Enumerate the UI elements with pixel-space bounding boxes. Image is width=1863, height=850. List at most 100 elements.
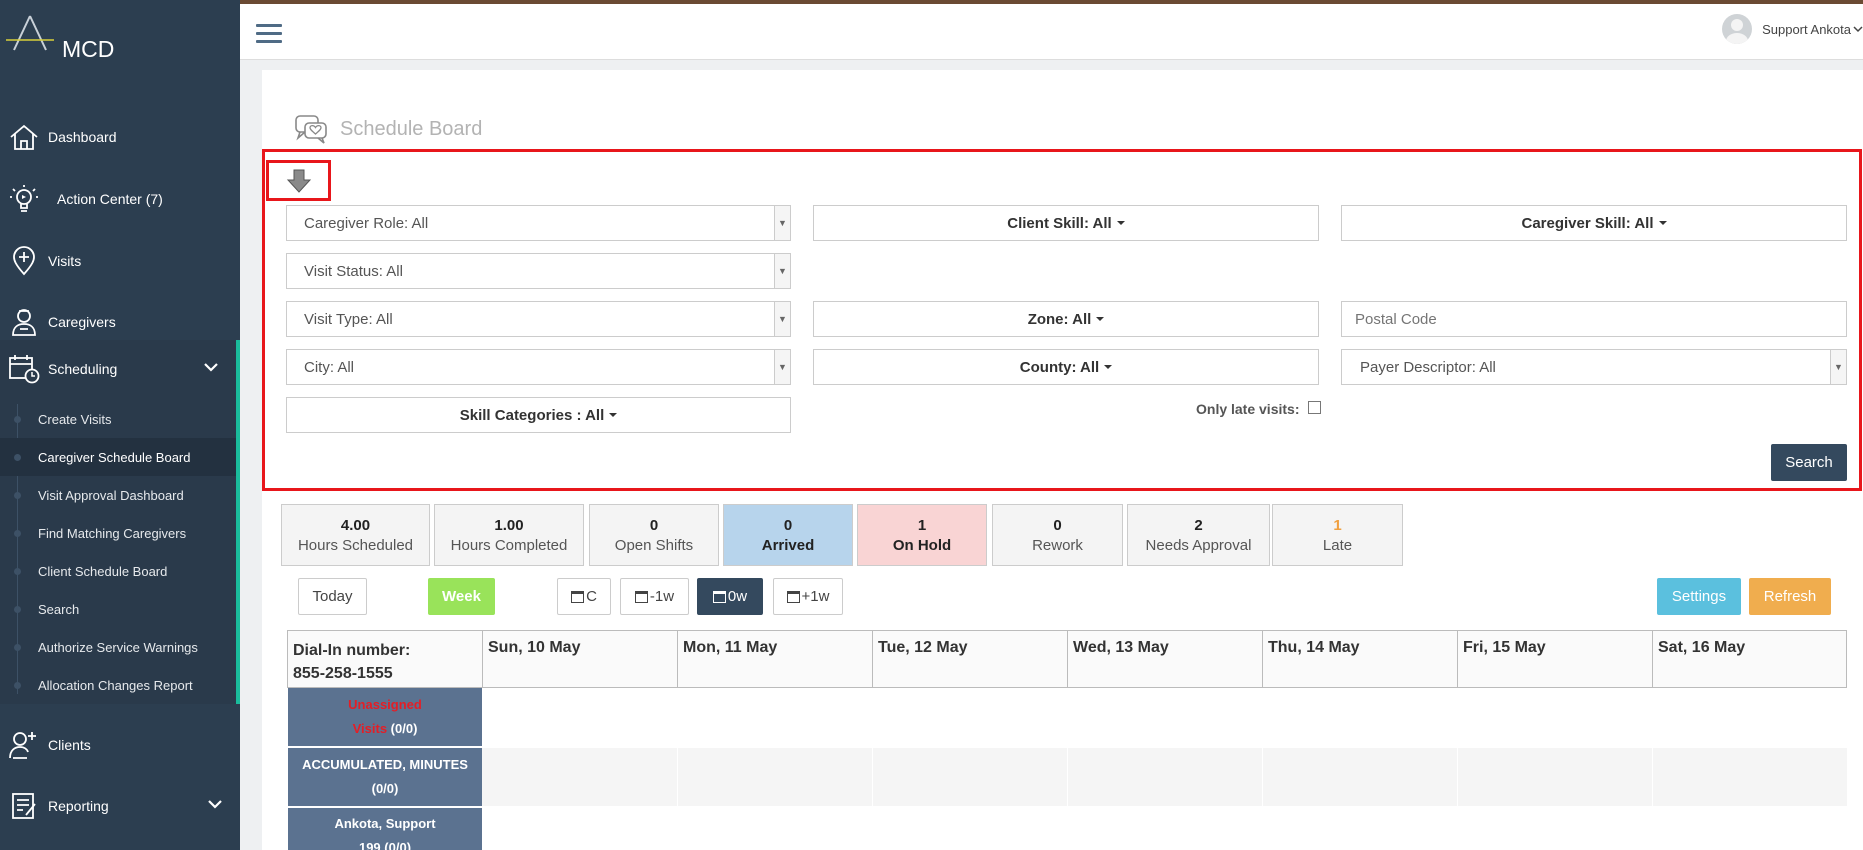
- sidebar-item-label: Scheduling: [48, 361, 118, 377]
- user-name: Support Ankota: [1762, 21, 1851, 37]
- submenu-item-label: Find Matching Caregivers: [38, 525, 187, 541]
- row-unassigned-visits[interactable]: Unassigned Visits (0/0): [288, 688, 482, 746]
- day-header: Sat, 16 May: [1652, 630, 1847, 688]
- calendar-icon: [634, 590, 648, 603]
- row-accumulated-minutes[interactable]: ACCUMULATED, MINUTES (0/0): [288, 748, 482, 806]
- refresh-button[interactable]: Refresh: [1749, 578, 1831, 615]
- sidebar-item-label: Reporting: [48, 798, 109, 814]
- stat-late[interactable]: 1 Late: [1272, 504, 1403, 566]
- stat-on-hold[interactable]: 1 On Hold: [857, 504, 987, 566]
- day-header: Mon, 11 May: [677, 630, 873, 688]
- collapse-filters-toggle[interactable]: [266, 160, 331, 201]
- submenu-item-create-visits[interactable]: Create Visits: [0, 400, 236, 438]
- submenu-item-label: Caregiver Schedule Board: [38, 449, 191, 465]
- stat-needs-approval[interactable]: 2 Needs Approval: [1127, 504, 1270, 566]
- sidebar-item-reporting[interactable]: Reporting: [0, 777, 240, 835]
- avatar: [1722, 14, 1753, 44]
- caret-down-icon: [1104, 365, 1113, 369]
- next-week-button[interactable]: +1w: [773, 578, 843, 615]
- submenu-item-search[interactable]: Search: [0, 590, 236, 628]
- stat-hours-scheduled[interactable]: 4.00 Hours Scheduled: [281, 504, 430, 566]
- grid-row-background: [482, 808, 1847, 850]
- page-title-text: Schedule Board: [340, 117, 483, 140]
- chevron-down-icon: ▼: [774, 206, 790, 240]
- submenu-item-visit-approval-dashboard[interactable]: Visit Approval Dashboard: [0, 476, 236, 514]
- caret-down-icon: [1096, 317, 1105, 321]
- dial-in-header: Dial-In number: 855-258-1555: [287, 630, 483, 688]
- sidebar: MCD Dashboard Action Center (7) Visits C…: [0, 0, 240, 850]
- stat-hours-completed[interactable]: 1.00 Hours Completed: [434, 504, 584, 566]
- calendar-icon: [571, 590, 585, 603]
- zero-week-button[interactable]: 0w: [697, 578, 763, 615]
- chevron-down-icon: ▼: [774, 302, 790, 336]
- sidebar-item-action-center[interactable]: Action Center (7): [0, 170, 240, 228]
- submenu-item-label: Create Visits: [38, 411, 112, 427]
- visit-status-select[interactable]: Visit Status: All ▼: [286, 253, 791, 289]
- hamburger-menu-icon[interactable]: [256, 24, 282, 44]
- sidebar-item-visits[interactable]: Visits: [0, 232, 240, 290]
- only-late-visits-checkbox[interactable]: [1308, 401, 1321, 414]
- county-dropdown[interactable]: County: All: [813, 349, 1319, 385]
- day-header: Fri, 15 May: [1457, 630, 1653, 688]
- today-button[interactable]: Today: [298, 578, 367, 615]
- submenu-item-client-schedule-board[interactable]: Client Schedule Board: [0, 552, 236, 590]
- brand[interactable]: MCD: [0, 0, 240, 100]
- chevron-down-icon: [204, 363, 218, 372]
- chevron-down-icon: [208, 800, 222, 809]
- chevron-down-icon: ▼: [774, 350, 790, 384]
- search-button[interactable]: Search: [1771, 444, 1847, 481]
- sidebar-item-label: Clients: [48, 737, 91, 753]
- caret-down-icon: [1116, 221, 1125, 225]
- submenu-item-label: Client Schedule Board: [38, 563, 168, 579]
- grid-row-background: [482, 748, 1847, 806]
- chevron-down-icon: [1853, 26, 1863, 33]
- submenu-item-allocation-changes-report[interactable]: Allocation Changes Report: [0, 666, 236, 704]
- caregiver-skill-dropdown[interactable]: Caregiver Skill: All: [1341, 205, 1847, 241]
- postal-code-input[interactable]: [1341, 301, 1847, 337]
- skill-categories-dropdown[interactable]: Skill Categories : All: [286, 397, 791, 433]
- grid-row-background: [482, 688, 1847, 746]
- page-title: Schedule Board: [294, 112, 482, 146]
- week-view-button[interactable]: Week: [428, 578, 495, 615]
- sidebar-item-dashboard[interactable]: Dashboard: [0, 108, 240, 166]
- client-skill-dropdown[interactable]: Client Skill: All: [813, 205, 1319, 241]
- sidebar-item-scheduling[interactable]: Scheduling: [0, 340, 240, 398]
- only-late-visits-label: Only late visits:: [1196, 401, 1300, 417]
- visit-type-select[interactable]: Visit Type: All ▼: [286, 301, 791, 337]
- city-select[interactable]: City: All ▼: [286, 349, 791, 385]
- submenu-item-authorize-service-warnings[interactable]: Authorize Service Warnings: [0, 628, 236, 666]
- submenu-item-label: Search: [38, 601, 80, 617]
- caret-down-icon: [1658, 221, 1667, 225]
- current-week-button[interactable]: C: [557, 578, 611, 615]
- chat-bubbles-icon: [295, 115, 327, 144]
- submenu-item-label: Visit Approval Dashboard: [38, 487, 184, 503]
- home-icon: [0, 123, 48, 151]
- caregiver-role-select[interactable]: Caregiver Role: All ▼: [286, 205, 791, 241]
- scheduling-submenu: Create Visits Caregiver Schedule Board V…: [0, 398, 240, 704]
- calendar-clock-icon: [0, 354, 48, 384]
- row-caregiver[interactable]: Ankota, Support 199 (0/0): [288, 808, 482, 850]
- submenu-item-caregiver-schedule-board[interactable]: Caregiver Schedule Board: [0, 438, 236, 476]
- stat-open-shifts[interactable]: 0 Open Shifts: [589, 504, 719, 566]
- stat-arrived[interactable]: 0 Arrived: [723, 504, 853, 566]
- location-pin-icon: [0, 246, 48, 276]
- caregiver-icon: [0, 307, 48, 337]
- sidebar-item-label: Action Center (7): [57, 191, 163, 207]
- calendar-icon: [712, 590, 726, 603]
- client-icon: [0, 730, 48, 760]
- day-header: Thu, 14 May: [1262, 630, 1458, 688]
- user-menu[interactable]: Support Ankota: [1722, 12, 1863, 46]
- settings-button[interactable]: Settings: [1657, 578, 1741, 615]
- submenu-item-find-matching-caregivers[interactable]: Find Matching Caregivers: [0, 514, 236, 552]
- zone-dropdown[interactable]: Zone: All: [813, 301, 1319, 337]
- submenu-item-label: Allocation Changes Report: [38, 677, 193, 693]
- sidebar-item-label: Visits: [48, 253, 82, 269]
- previous-week-button[interactable]: -1w: [620, 578, 689, 615]
- payer-descriptor-select[interactable]: Payer Descriptor: All ▼: [1341, 349, 1847, 385]
- day-header: Sun, 10 May: [482, 630, 678, 688]
- stat-rework[interactable]: 0 Rework: [992, 504, 1123, 566]
- sidebar-item-clients[interactable]: Clients: [0, 716, 240, 774]
- brand-name: MCD: [62, 36, 115, 62]
- report-icon: [0, 791, 48, 821]
- caret-down-icon: [609, 413, 618, 417]
